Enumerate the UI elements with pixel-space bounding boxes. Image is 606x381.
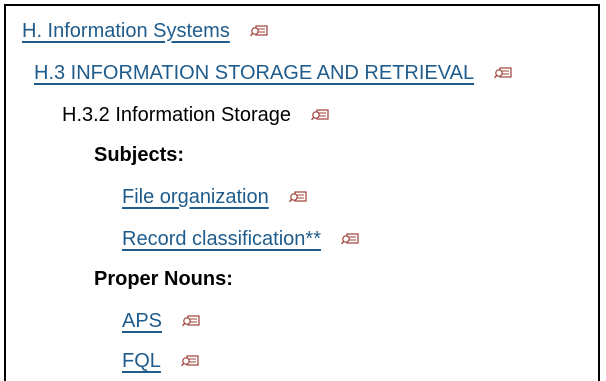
proper-noun-link-fql[interactable]: FQL [122,350,161,373]
magnifier-icon[interactable] [249,25,268,37]
proper-noun-item-fql: FQL [122,346,199,376]
proper-nouns-heading-row: Proper Nouns: [94,264,233,294]
magnifier-icon[interactable] [288,191,307,203]
magnifier-icon[interactable] [182,315,200,327]
subjects-heading: Subjects: [94,143,185,166]
subject-item-record-classification: Record classification** [122,224,359,254]
category-label-information-storage: H.3.2 Information Storage [62,103,292,126]
tree-row-level2: H.3 INFORMATION STORAGE AND RETRIEVAL [34,58,512,88]
proper-noun-link-aps[interactable]: APS [122,310,162,333]
magnifier-icon[interactable] [180,355,199,367]
proper-noun-item-aps: APS [122,306,200,336]
tree-row-level3: H.3.2 Information Storage [62,100,329,130]
taxonomy-tree-panel: H. Information Systems H.3 INFORMATION S… [4,4,600,381]
magnifier-icon[interactable] [494,67,512,79]
proper-nouns-heading: Proper Nouns: [94,267,233,290]
subject-link-file-organization[interactable]: File organization [122,186,269,209]
subject-link-record-classification[interactable]: Record classification** [122,228,321,251]
subject-item-file-organization: File organization [122,182,307,212]
tree-row-level1: H. Information Systems [22,16,268,46]
category-link-information-systems[interactable]: H. Information Systems [22,20,230,43]
magnifier-icon[interactable] [341,233,359,245]
subjects-heading-row: Subjects: [94,140,184,170]
magnifier-icon[interactable] [311,109,329,121]
category-link-information-storage-retrieval[interactable]: H.3 INFORMATION STORAGE AND RETRIEVAL [34,62,474,85]
